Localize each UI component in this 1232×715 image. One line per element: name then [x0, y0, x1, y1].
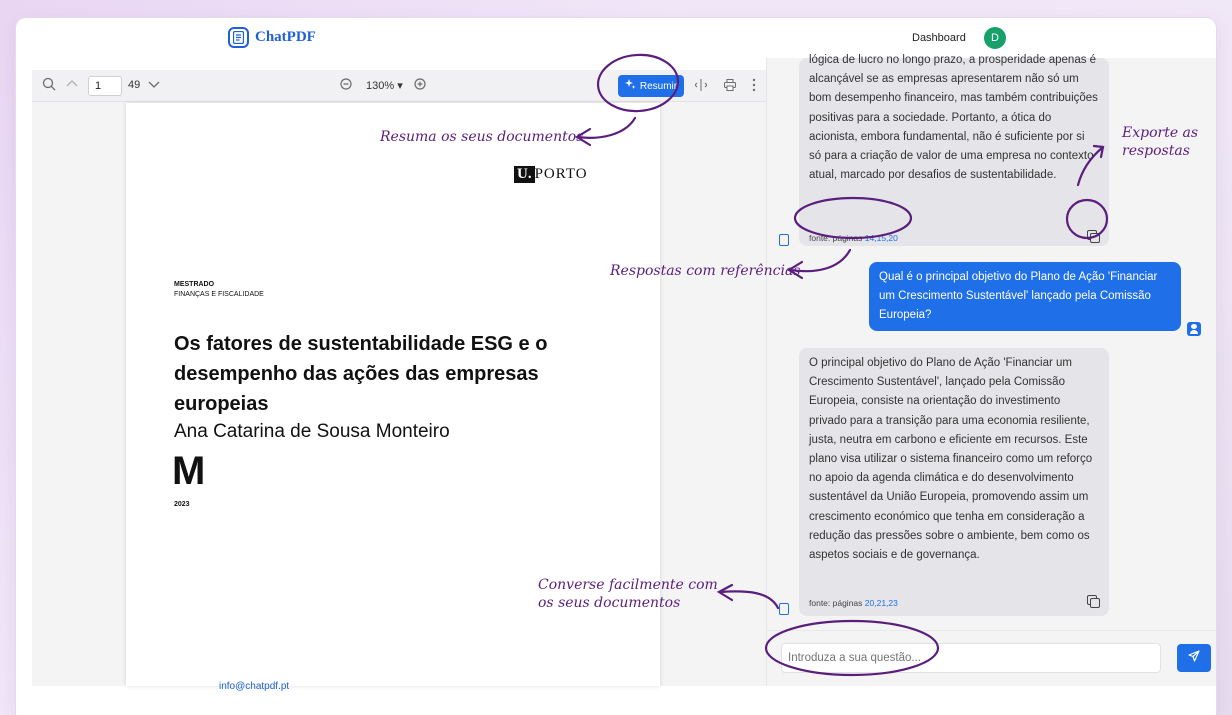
send-icon: [1188, 649, 1200, 667]
message-text: O principal objetivo do Plano de Ação 'F…: [809, 357, 1093, 562]
message-source: fonte: páginas 14,15,20: [809, 229, 898, 248]
document-title: Os fatores de sustentabilidade ESG e o d…: [174, 333, 548, 415]
dashboard-link[interactable]: Dashboard: [912, 32, 966, 44]
message-text: lógica de lucro no longo prazo, a prospe…: [809, 54, 1098, 182]
source-label: fonte: páginas: [809, 598, 863, 608]
annotation-converse-line1: Converse facilmente com: [538, 577, 718, 593]
chevron-down-icon[interactable]: [148, 78, 160, 93]
user-avatar[interactable]: D: [984, 27, 1006, 49]
document-logo-icon: [228, 27, 249, 48]
annotation-export-line2: respostas: [1122, 143, 1190, 159]
page-number-input[interactable]: 1: [88, 76, 122, 96]
message-source: fonte: páginas 20,21,23: [809, 594, 898, 613]
annotation-converse-line2: os seus documentos: [538, 595, 681, 611]
source-label: fonte: páginas: [809, 233, 863, 243]
chat-input-bar: [767, 630, 1216, 686]
document-author: Ana Catarina de Sousa Monteiro: [174, 421, 450, 442]
footer-email-link[interactable]: info@chatpdf.pt: [219, 681, 289, 692]
search-icon[interactable]: [42, 77, 56, 94]
degree-label: MESTRADO: [174, 281, 215, 288]
sparkle-icon: [624, 79, 636, 93]
annotation-references: Respostas com referências: [610, 263, 801, 279]
more-options-icon[interactable]: [752, 78, 756, 95]
logo-porto: PORTO: [534, 166, 588, 182]
send-button[interactable]: [1177, 644, 1211, 672]
source-pages-link[interactable]: 14,15,20: [865, 233, 898, 243]
copy-icon[interactable]: [1087, 230, 1100, 243]
university-logo: U. PORTO: [514, 166, 588, 183]
brand-logo[interactable]: ChatPDF: [228, 27, 316, 48]
zoom-level[interactable]: 130% ▾: [366, 79, 403, 92]
annotation-export: Exporte as respostas: [1122, 124, 1198, 160]
annotation-converse: Converse facilmente com os seus document…: [538, 576, 718, 612]
brand-name: ChatPDF: [255, 29, 316, 45]
annotation-summarize: Resuma os seus documentos: [380, 129, 584, 145]
source-pages-link[interactable]: 20,21,23: [865, 598, 898, 608]
document-year: 2023: [174, 501, 190, 508]
copy-icon[interactable]: [1087, 595, 1100, 608]
fit-width-icon[interactable]: [694, 79, 708, 94]
zoom-value: 130%: [366, 80, 395, 92]
program-label: FINANÇAS E FISCALIDADE: [174, 291, 264, 298]
summarize-button[interactable]: Resumir: [618, 75, 684, 97]
annotation-export-line1: Exporte as: [1122, 125, 1199, 141]
print-icon[interactable]: [724, 79, 736, 94]
message-text: Qual é o principal objetivo do Plano de …: [879, 271, 1158, 321]
assistant-message: O principal objetivo do Plano de Ação 'F…: [799, 348, 1109, 616]
monogram: M: [172, 449, 206, 493]
zoom-out-icon[interactable]: [340, 78, 353, 94]
user-message: Qual é o principal objetivo do Plano de …: [869, 262, 1181, 331]
pdf-source-icon: [779, 234, 789, 246]
assistant-message: lógica de lucro no longo prazo, a prospe…: [799, 54, 1109, 248]
zoom-in-icon[interactable]: [414, 78, 427, 94]
pdf-source-icon: [779, 603, 789, 615]
user-avatar-icon: [1187, 322, 1201, 336]
question-input[interactable]: [781, 643, 1161, 673]
chevron-up-icon[interactable]: [66, 78, 78, 93]
pdf-toolbar: 1 49 130% ▾ Resumir: [32, 70, 766, 102]
summarize-label: Resumir: [639, 80, 678, 92]
logo-u: U.: [514, 166, 535, 183]
page-total: 49: [128, 79, 141, 91]
